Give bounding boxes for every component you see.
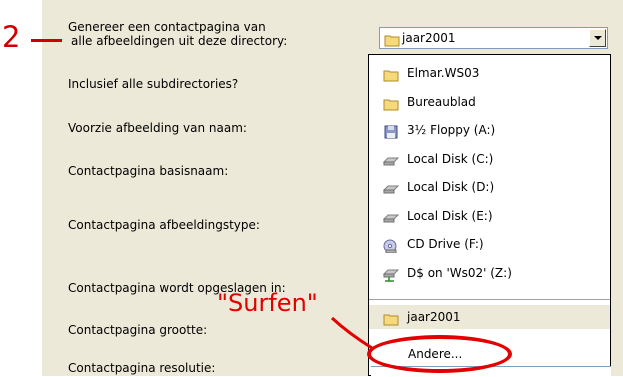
dropdown-item-label: Local Disk (D:) <box>407 180 495 194</box>
folder-icon <box>383 310 399 326</box>
dropdown-item-floppy-a[interactable]: 3½ Floppy (A:) <box>369 118 610 142</box>
label-generate-line1: Genereer een contactpagina van <box>68 20 266 34</box>
dropdown-item-label: D$ on 'Ws02' (Z:) <box>407 266 512 280</box>
dropdown-item-label: jaar2001 <box>407 310 461 324</box>
network-drive-icon <box>382 266 400 282</box>
hard-disk-icon <box>382 180 400 194</box>
dropdown-item-local-disk-d[interactable]: Local Disk (D:) <box>369 175 610 199</box>
hard-disk-icon <box>382 152 400 166</box>
directory-select[interactable]: jaar2001 <box>379 27 608 49</box>
dropdown-item-bureaublad[interactable]: Bureaublad <box>369 90 610 114</box>
label-name-images: Voorzie afbeelding van naam: <box>68 121 247 135</box>
folder-icon <box>383 66 399 82</box>
dropdown-arrow-button[interactable] <box>589 29 606 47</box>
directory-select-value: jaar2001 <box>402 31 456 45</box>
step-pointer-line <box>31 39 62 42</box>
floppy-icon <box>383 123 399 139</box>
dropdown-item-label: Local Disk (E:) <box>407 209 493 223</box>
cd-drive-icon <box>383 237 399 254</box>
dropdown-item-cd-drive-f[interactable]: CD Drive (F:) <box>369 232 610 256</box>
label-generate-line2: alle afbeeldingen uit deze directory: <box>71 34 288 48</box>
label-size: Contactpagina grootte: <box>68 323 208 337</box>
dropdown-item-local-disk-c[interactable]: Local Disk (C:) <box>369 147 610 171</box>
directory-dropdown-list: Elmar.WS03 Bureaublad 3½ Floppy (A:) Loc… <box>368 54 611 376</box>
dropdown-item-label: 3½ Floppy (A:) <box>407 123 496 137</box>
step-number-annotation: 2 <box>2 20 21 54</box>
dropdown-item-recent-jaar2001[interactable]: jaar2001 <box>369 305 610 329</box>
dropdown-item-local-disk-e[interactable]: Local Disk (E:) <box>369 204 610 228</box>
dropdown-item-network-drive-z[interactable]: D$ on 'Ws02' (Z:) <box>369 261 610 285</box>
dropdown-item-label: Bureaublad <box>407 95 476 109</box>
folder-icon <box>383 95 399 111</box>
hard-disk-icon <box>382 209 400 223</box>
label-include-subdirectories: Inclusief alle subdirectories? <box>68 77 239 91</box>
folder-icon <box>384 32 400 51</box>
highlight-ellipse <box>367 335 512 373</box>
dropdown-separator <box>369 299 610 300</box>
dropdown-item-elmar-ws03[interactable]: Elmar.WS03 <box>369 61 610 85</box>
surfen-annotation: "Surfen" <box>217 289 318 317</box>
dropdown-item-label: CD Drive (F:) <box>407 237 484 251</box>
dropdown-item-label: Local Disk (C:) <box>407 152 494 166</box>
dropdown-item-label: Elmar.WS03 <box>407 66 480 80</box>
label-image-type: Contactpagina afbeeldingstype: <box>68 218 260 232</box>
label-resolution: Contactpagina resolutie: <box>68 361 216 375</box>
label-base-name: Contactpagina basisnaam: <box>68 164 229 178</box>
